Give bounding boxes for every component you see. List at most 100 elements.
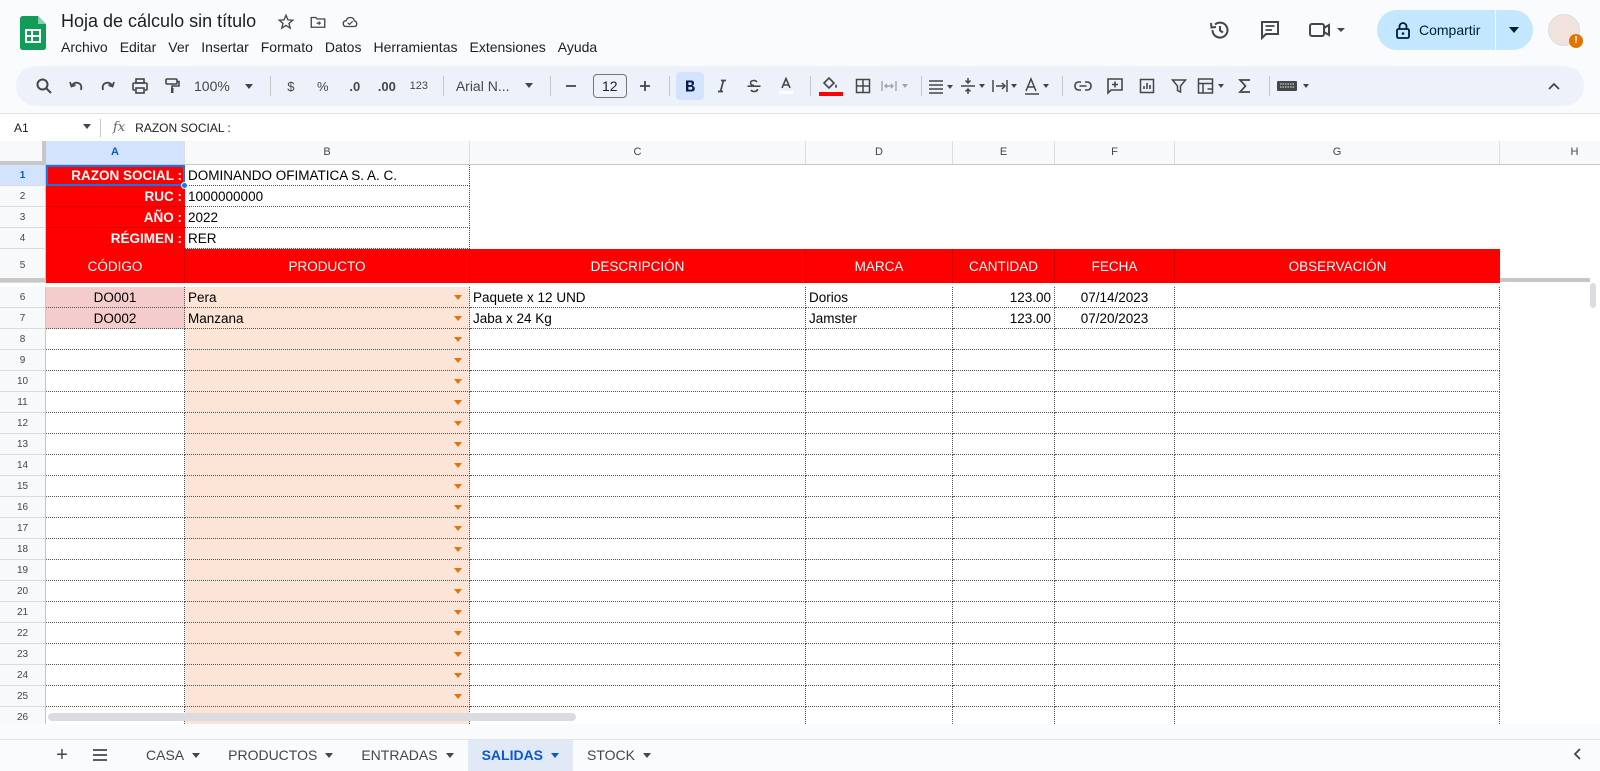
table-cell-descripcion[interactable]: [470, 350, 806, 371]
table-cell-codigo[interactable]: [46, 350, 185, 371]
column-header-b[interactable]: B: [185, 141, 470, 165]
menu-formato[interactable]: Formato: [255, 37, 319, 57]
row-header-11[interactable]: 11: [0, 392, 46, 413]
table-cell-descripcion[interactable]: [470, 476, 806, 497]
insert-chart-icon[interactable]: [1133, 72, 1161, 100]
table-cell-fecha[interactable]: [1055, 413, 1175, 434]
row-header-24[interactable]: 24: [0, 665, 46, 686]
horizontal-scrollbar[interactable]: [48, 713, 576, 721]
row-header-23[interactable]: 23: [0, 644, 46, 665]
menu-extensiones[interactable]: Extensiones: [463, 37, 551, 57]
table-cell-cantidad[interactable]: [953, 665, 1055, 686]
row-header-14[interactable]: 14: [0, 455, 46, 476]
table-cell-observacion[interactable]: [1175, 455, 1500, 476]
row-header-25[interactable]: 25: [0, 686, 46, 707]
move-folder-icon[interactable]: [307, 12, 329, 32]
dropdown-arrow-icon[interactable]: [454, 400, 462, 405]
table-cell-producto[interactable]: [185, 329, 470, 350]
table-cell-marca[interactable]: [806, 602, 953, 623]
table-cell-fecha[interactable]: [1055, 644, 1175, 665]
table-cell-descripcion[interactable]: [470, 497, 806, 518]
column-header-h[interactable]: H: [1500, 141, 1600, 165]
table-cell-descripcion[interactable]: [470, 392, 806, 413]
table-cell-codigo[interactable]: [46, 329, 185, 350]
search-menus-icon[interactable]: [30, 72, 58, 100]
more-formats-button[interactable]: 123: [405, 72, 433, 100]
name-box[interactable]: A1: [0, 121, 100, 135]
info-value[interactable]: RER: [185, 228, 470, 249]
table-cell-cantidad[interactable]: [953, 413, 1055, 434]
fill-color-icon[interactable]: [817, 72, 845, 100]
table-cell-observacion[interactable]: [1175, 350, 1500, 371]
table-cell-fecha[interactable]: 07/20/2023: [1055, 308, 1175, 329]
column-header-a[interactable]: A: [46, 141, 185, 165]
table-cell-producto[interactable]: [185, 455, 470, 476]
table-cell-codigo[interactable]: [46, 455, 185, 476]
star-icon[interactable]: [275, 12, 297, 32]
table-cell-cantidad[interactable]: [953, 560, 1055, 581]
table-cell-fecha[interactable]: [1055, 497, 1175, 518]
table-cell-observacion[interactable]: [1175, 476, 1500, 497]
select-all-corner[interactable]: [0, 141, 46, 165]
currency-format-button[interactable]: $: [277, 72, 305, 100]
sheets-logo-icon[interactable]: [20, 16, 46, 50]
dropdown-arrow-icon[interactable]: [454, 337, 462, 342]
row-header-17[interactable]: 17: [0, 518, 46, 539]
table-cell-fecha[interactable]: [1055, 623, 1175, 644]
add-sheet-icon[interactable]: +: [48, 741, 76, 769]
table-cell-observacion[interactable]: [1175, 287, 1500, 308]
dropdown-arrow-icon[interactable]: [454, 421, 462, 426]
merge-cells-icon[interactable]: [881, 72, 911, 100]
table-cell-producto[interactable]: [185, 581, 470, 602]
table-cell-marca[interactable]: [806, 329, 953, 350]
table-cell-descripcion[interactable]: [470, 539, 806, 560]
font-size-input[interactable]: 12: [592, 74, 627, 98]
sheet-tab-casa[interactable]: CASA: [132, 740, 214, 771]
zoom-select[interactable]: 100%: [190, 72, 260, 100]
table-cell-producto[interactable]: [185, 413, 470, 434]
table-cell-producto[interactable]: [185, 518, 470, 539]
table-cell-observacion[interactable]: [1175, 518, 1500, 539]
undo-icon[interactable]: [62, 72, 90, 100]
table-cell-fecha[interactable]: [1055, 455, 1175, 476]
chevron-down-icon[interactable]: [551, 752, 560, 758]
table-cell-marca[interactable]: [806, 539, 953, 560]
table-cell-marca[interactable]: [806, 371, 953, 392]
row-header-18[interactable]: 18: [0, 539, 46, 560]
table-cell-cantidad[interactable]: [953, 686, 1055, 707]
table-cell-marca[interactable]: [806, 434, 953, 455]
table-cell-descripcion[interactable]: [470, 644, 806, 665]
table-cell-marca[interactable]: [806, 518, 953, 539]
table-cell-producto[interactable]: [185, 602, 470, 623]
table-cell-cantidad[interactable]: [953, 644, 1055, 665]
dropdown-arrow-icon[interactable]: [454, 526, 462, 531]
column-header-g[interactable]: G: [1175, 141, 1500, 165]
row-header-2[interactable]: 2: [0, 186, 46, 207]
table-cell-marca[interactable]: [806, 497, 953, 518]
dropdown-arrow-icon[interactable]: [454, 316, 462, 321]
table-cell-producto[interactable]: Manzana: [185, 308, 470, 329]
table-cell-marca[interactable]: [806, 413, 953, 434]
menu-editar[interactable]: Editar: [114, 37, 163, 57]
row-header-13[interactable]: 13: [0, 434, 46, 455]
dropdown-arrow-icon[interactable]: [454, 568, 462, 573]
table-cell-cantidad[interactable]: [953, 371, 1055, 392]
paint-format-icon[interactable]: [158, 72, 186, 100]
dropdown-arrow-icon[interactable]: [454, 442, 462, 447]
table-cell-fecha[interactable]: [1055, 665, 1175, 686]
sheet-tab-stock[interactable]: STOCK: [573, 740, 665, 771]
explore-collapse-icon[interactable]: [1572, 745, 1582, 766]
avatar[interactable]: !: [1548, 14, 1583, 48]
increase-font-size-icon[interactable]: [631, 72, 659, 100]
table-cell-marca[interactable]: [806, 455, 953, 476]
sheet-tab-productos[interactable]: PRODUCTOS: [214, 740, 347, 771]
table-cell-observacion[interactable]: [1175, 329, 1500, 350]
menu-archivo[interactable]: Archivo: [55, 37, 114, 57]
table-cell-fecha[interactable]: [1055, 350, 1175, 371]
table-cell-producto[interactable]: [185, 665, 470, 686]
table-cell-fecha[interactable]: [1055, 560, 1175, 581]
table-cell-marca[interactable]: Jamster: [806, 308, 953, 329]
table-cell-producto[interactable]: Pera: [185, 287, 470, 308]
table-cell-marca[interactable]: [806, 560, 953, 581]
decrease-decimal-button[interactable]: .0: [341, 72, 369, 100]
